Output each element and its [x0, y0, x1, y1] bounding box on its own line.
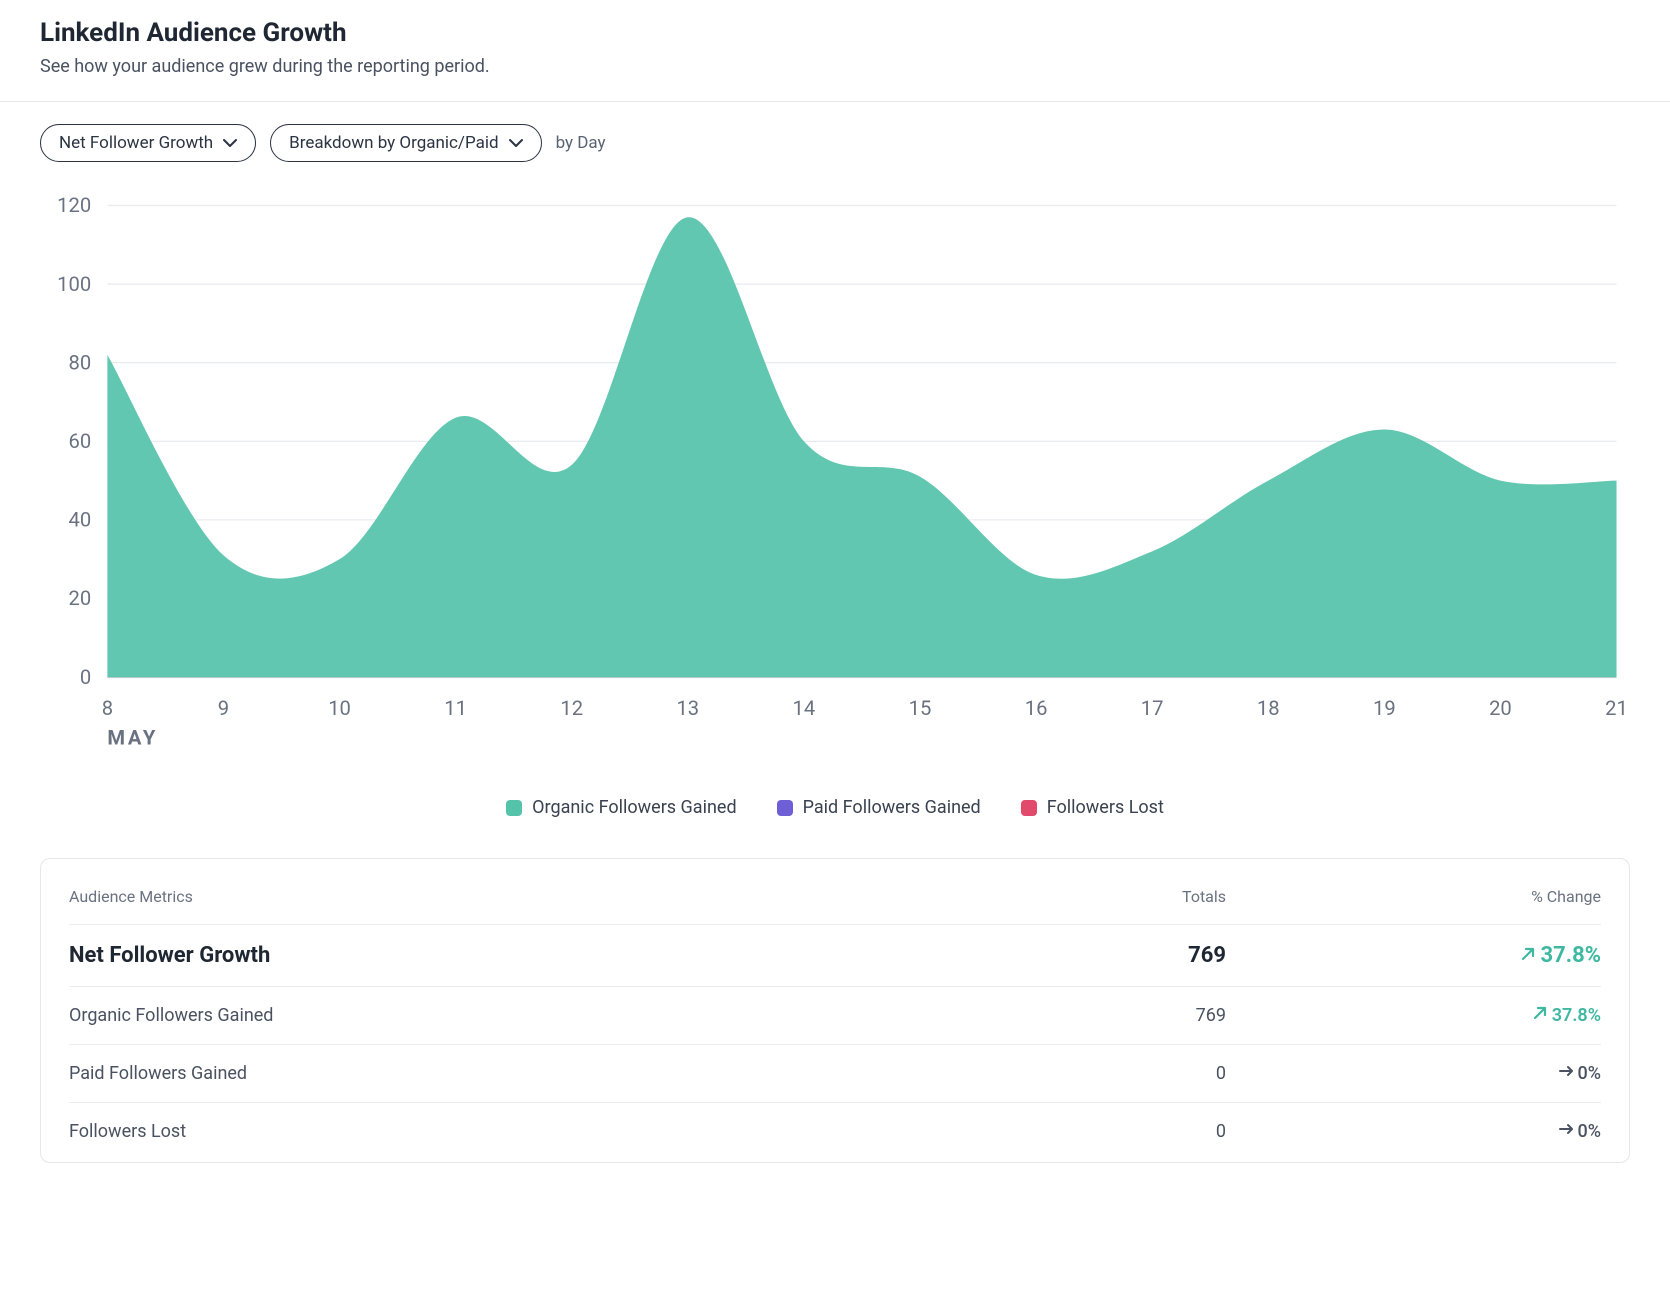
svg-text:15: 15 — [909, 696, 932, 720]
metric-change: 37.8% — [1520, 943, 1601, 968]
svg-text:18: 18 — [1257, 696, 1280, 720]
page-title: LinkedIn Audience Growth — [40, 18, 1630, 48]
breakdown-select-label: Breakdown by Organic/Paid — [289, 133, 498, 153]
legend-item[interactable]: Followers Lost — [1021, 797, 1164, 818]
svg-text:10: 10 — [328, 696, 351, 720]
table-row[interactable]: Followers Lost 0 0% — [69, 1103, 1601, 1161]
svg-text:MAY: MAY — [107, 725, 158, 749]
arrow-up-icon — [1520, 943, 1536, 968]
arrow-up-icon — [1532, 1005, 1548, 1026]
metrics-table: Audience Metrics Totals % Change Net Fol… — [69, 869, 1601, 1160]
svg-text:17: 17 — [1141, 696, 1164, 720]
metric-select-label: Net Follower Growth — [59, 133, 213, 153]
metric-change: 0% — [1558, 1063, 1601, 1084]
metric-total: 0 — [1216, 1121, 1226, 1142]
legend-item[interactable]: Paid Followers Gained — [777, 797, 981, 818]
breakdown-select[interactable]: Breakdown by Organic/Paid — [270, 124, 541, 162]
svg-text:19: 19 — [1373, 696, 1396, 720]
svg-text:60: 60 — [68, 429, 91, 453]
svg-text:11: 11 — [444, 696, 467, 720]
table-row[interactable]: Organic Followers Gained 769 37.8% — [69, 987, 1601, 1045]
legend-item[interactable]: Organic Followers Gained — [506, 797, 736, 818]
page-subtitle: See how your audience grew during the re… — [40, 56, 1630, 77]
svg-text:21: 21 — [1605, 696, 1628, 720]
metric-change: 37.8% — [1532, 1005, 1601, 1026]
metric-total: 0 — [1216, 1063, 1226, 1084]
svg-text:0: 0 — [80, 665, 91, 689]
area-chart: 0 20 40 60 80 100 120 8 MAY 9 10 11 12 13 14 15 16 17 18 19… — [40, 192, 1630, 775]
svg-text:14: 14 — [793, 696, 816, 720]
metric-name: Paid Followers Gained — [69, 1063, 247, 1084]
metric-change: 0% — [1558, 1121, 1601, 1142]
metric-total: 769 — [1188, 943, 1226, 968]
legend-label: Followers Lost — [1047, 797, 1164, 818]
chart-container: 0 20 40 60 80 100 120 8 MAY 9 10 11 12 13 14 15 16 17 18 19… — [0, 172, 1670, 846]
col-header-name: Audience Metrics — [69, 869, 1021, 925]
svg-text:8: 8 — [102, 696, 113, 720]
col-header-totals: Totals — [1021, 869, 1226, 925]
report-header: LinkedIn Audience Growth See how your au… — [0, 0, 1670, 102]
svg-text:20: 20 — [68, 586, 91, 610]
legend-label: Organic Followers Gained — [532, 797, 736, 818]
metric-name: Followers Lost — [69, 1121, 186, 1142]
svg-text:13: 13 — [676, 696, 699, 720]
legend-label: Paid Followers Gained — [803, 797, 981, 818]
metric-name: Organic Followers Gained — [69, 1005, 273, 1026]
col-header-change: % Change — [1226, 869, 1601, 925]
arrow-right-icon — [1558, 1063, 1574, 1084]
table-row[interactable]: Net Follower Growth 769 37.8% — [69, 925, 1601, 987]
granularity-label: by Day — [556, 133, 606, 153]
chevron-down-icon — [509, 138, 523, 148]
metric-select[interactable]: Net Follower Growth — [40, 124, 256, 162]
svg-text:12: 12 — [560, 696, 583, 720]
legend-swatch — [777, 800, 793, 816]
metric-total: 769 — [1196, 1005, 1226, 1026]
svg-text:20: 20 — [1489, 696, 1512, 720]
legend-swatch — [506, 800, 522, 816]
svg-text:9: 9 — [218, 696, 229, 720]
svg-text:120: 120 — [57, 193, 91, 217]
svg-text:80: 80 — [68, 350, 91, 374]
chart-legend: Organic Followers Gained Paid Followers G… — [40, 775, 1630, 836]
svg-text:16: 16 — [1025, 696, 1048, 720]
legend-swatch — [1021, 800, 1037, 816]
table-row[interactable]: Paid Followers Gained 0 0% — [69, 1045, 1601, 1103]
arrow-right-icon — [1558, 1121, 1574, 1142]
svg-text:40: 40 — [68, 508, 91, 532]
chevron-down-icon — [223, 138, 237, 148]
chart-controls: Net Follower Growth Breakdown by Organic… — [0, 102, 1670, 172]
metrics-card: Audience Metrics Totals % Change Net Fol… — [40, 858, 1630, 1163]
svg-text:100: 100 — [57, 272, 91, 296]
metric-name: Net Follower Growth — [69, 943, 270, 968]
